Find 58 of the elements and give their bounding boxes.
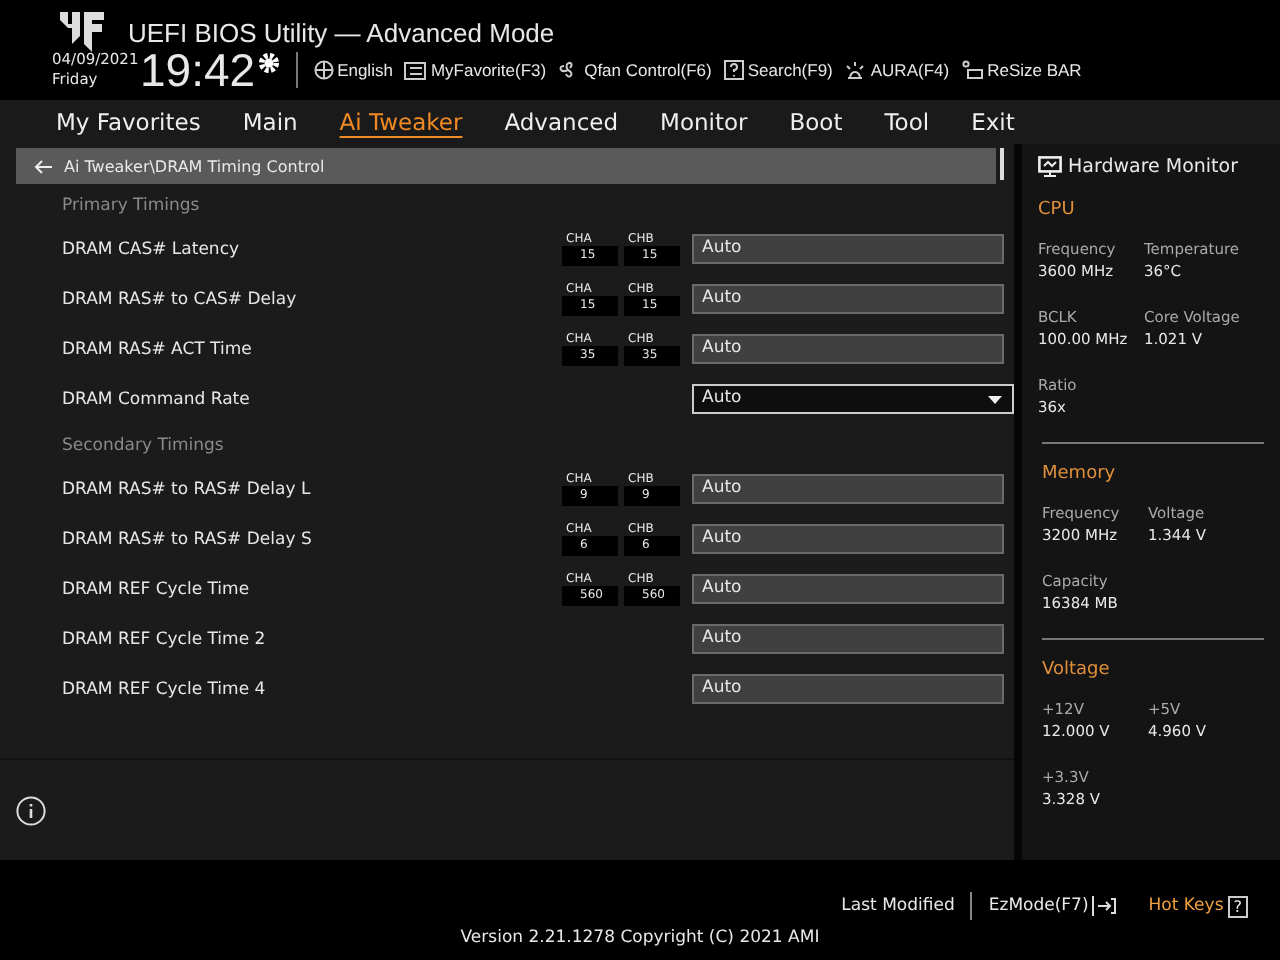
menu-tab[interactable]: Ai Tweaker: [327, 108, 477, 136]
menu-tab[interactable]: Tool: [872, 108, 944, 136]
input-field[interactable]: Auto: [692, 334, 1004, 364]
monitor-icon: [1038, 156, 1062, 178]
ezmode-button[interactable]: EzMode(F7): [972, 896, 1133, 916]
back-arrow-icon[interactable]: [34, 159, 52, 173]
toolbar-button[interactable]: MyFavorite(F3): [398, 60, 553, 80]
input-field[interactable]: Auto: [692, 234, 1004, 264]
setting-label: DRAM REF Cycle Time 2: [62, 629, 268, 649]
input-field[interactable]: Auto: [692, 524, 1004, 554]
setting-label: DRAM RAS# to RAS# Delay L: [62, 479, 313, 499]
lamp-icon: [844, 60, 867, 80]
setting-label: DRAM CAS# Latency: [62, 239, 242, 259]
toolbar-button[interactable]: Search(F9): [717, 60, 839, 80]
breadcrumb-path: Ai Tweaker\DRAM Timing Control: [64, 157, 325, 175]
breadcrumb-bar[interactable]: Ai Tweaker\DRAM Timing Control: [16, 148, 996, 184]
setting-label: DRAM REF Cycle Time: [62, 579, 252, 599]
logo-icon: [60, 12, 104, 52]
menu-tab[interactable]: Advanced: [492, 108, 633, 136]
panel-title: Hardware Monitor: [1068, 156, 1238, 178]
toolbar-button[interactable]: English: [307, 60, 399, 80]
globe-icon: [313, 60, 334, 80]
window-title: UEFI BIOS Utility — Advanced Mode: [128, 18, 557, 50]
setting-label: DRAM RAS# to RAS# Delay S: [62, 529, 314, 549]
input-field[interactable]: Auto: [692, 284, 1004, 314]
setting-label: DRAM RAS# to CAS# Delay: [62, 289, 299, 309]
settings-icon[interactable]: [257, 52, 280, 74]
card-icon: [961, 60, 984, 80]
input-field[interactable]: Auto: [692, 474, 1004, 504]
menu-tab[interactable]: My Favorites: [44, 108, 215, 136]
input-field[interactable]: Auto: [692, 624, 1004, 654]
exit-icon: [1092, 896, 1117, 916]
clock: 19:42: [140, 48, 256, 92]
info-icon[interactable]: [16, 795, 46, 825]
setting-label: DRAM Command Rate: [62, 389, 252, 409]
section-title: Voltage: [1042, 660, 1112, 680]
menu-tab[interactable]: Boot: [777, 108, 857, 136]
setting-label: DRAM RAS# ACT Time: [62, 339, 254, 359]
section-heading: Primary Timings: [62, 194, 202, 220]
menu-tab[interactable]: Exit: [959, 108, 1029, 136]
hot-keys-button[interactable]: Hot Keys ?: [1132, 895, 1264, 917]
toolbar-button[interactable]: ReSize BAR: [955, 60, 1088, 80]
input-field[interactable]: Auto: [692, 574, 1004, 604]
caret-icon: [988, 395, 1002, 403]
question-icon: [723, 60, 744, 80]
section-title: Memory: [1042, 464, 1118, 484]
section-title: CPU: [1038, 200, 1077, 220]
input-field[interactable]: Auto: [692, 674, 1004, 704]
version-text: Version 2.21.1278 Copyright (C) 2021 AMI: [458, 928, 822, 948]
dropdown[interactable]: Auto: [692, 384, 1014, 414]
menu-tab[interactable]: Monitor: [648, 108, 762, 136]
section-heading: Secondary Timings: [62, 434, 226, 460]
list-icon: [404, 61, 427, 79]
setting-label: DRAM REF Cycle Time 4: [62, 679, 268, 699]
last-modified-button[interactable]: Last Modified: [825, 896, 971, 916]
toolbar-button[interactable]: Qfan Control(F6): [552, 60, 718, 80]
toolbar-button[interactable]: AURA(F4): [838, 60, 956, 80]
menu-tab[interactable]: Main: [230, 108, 312, 136]
